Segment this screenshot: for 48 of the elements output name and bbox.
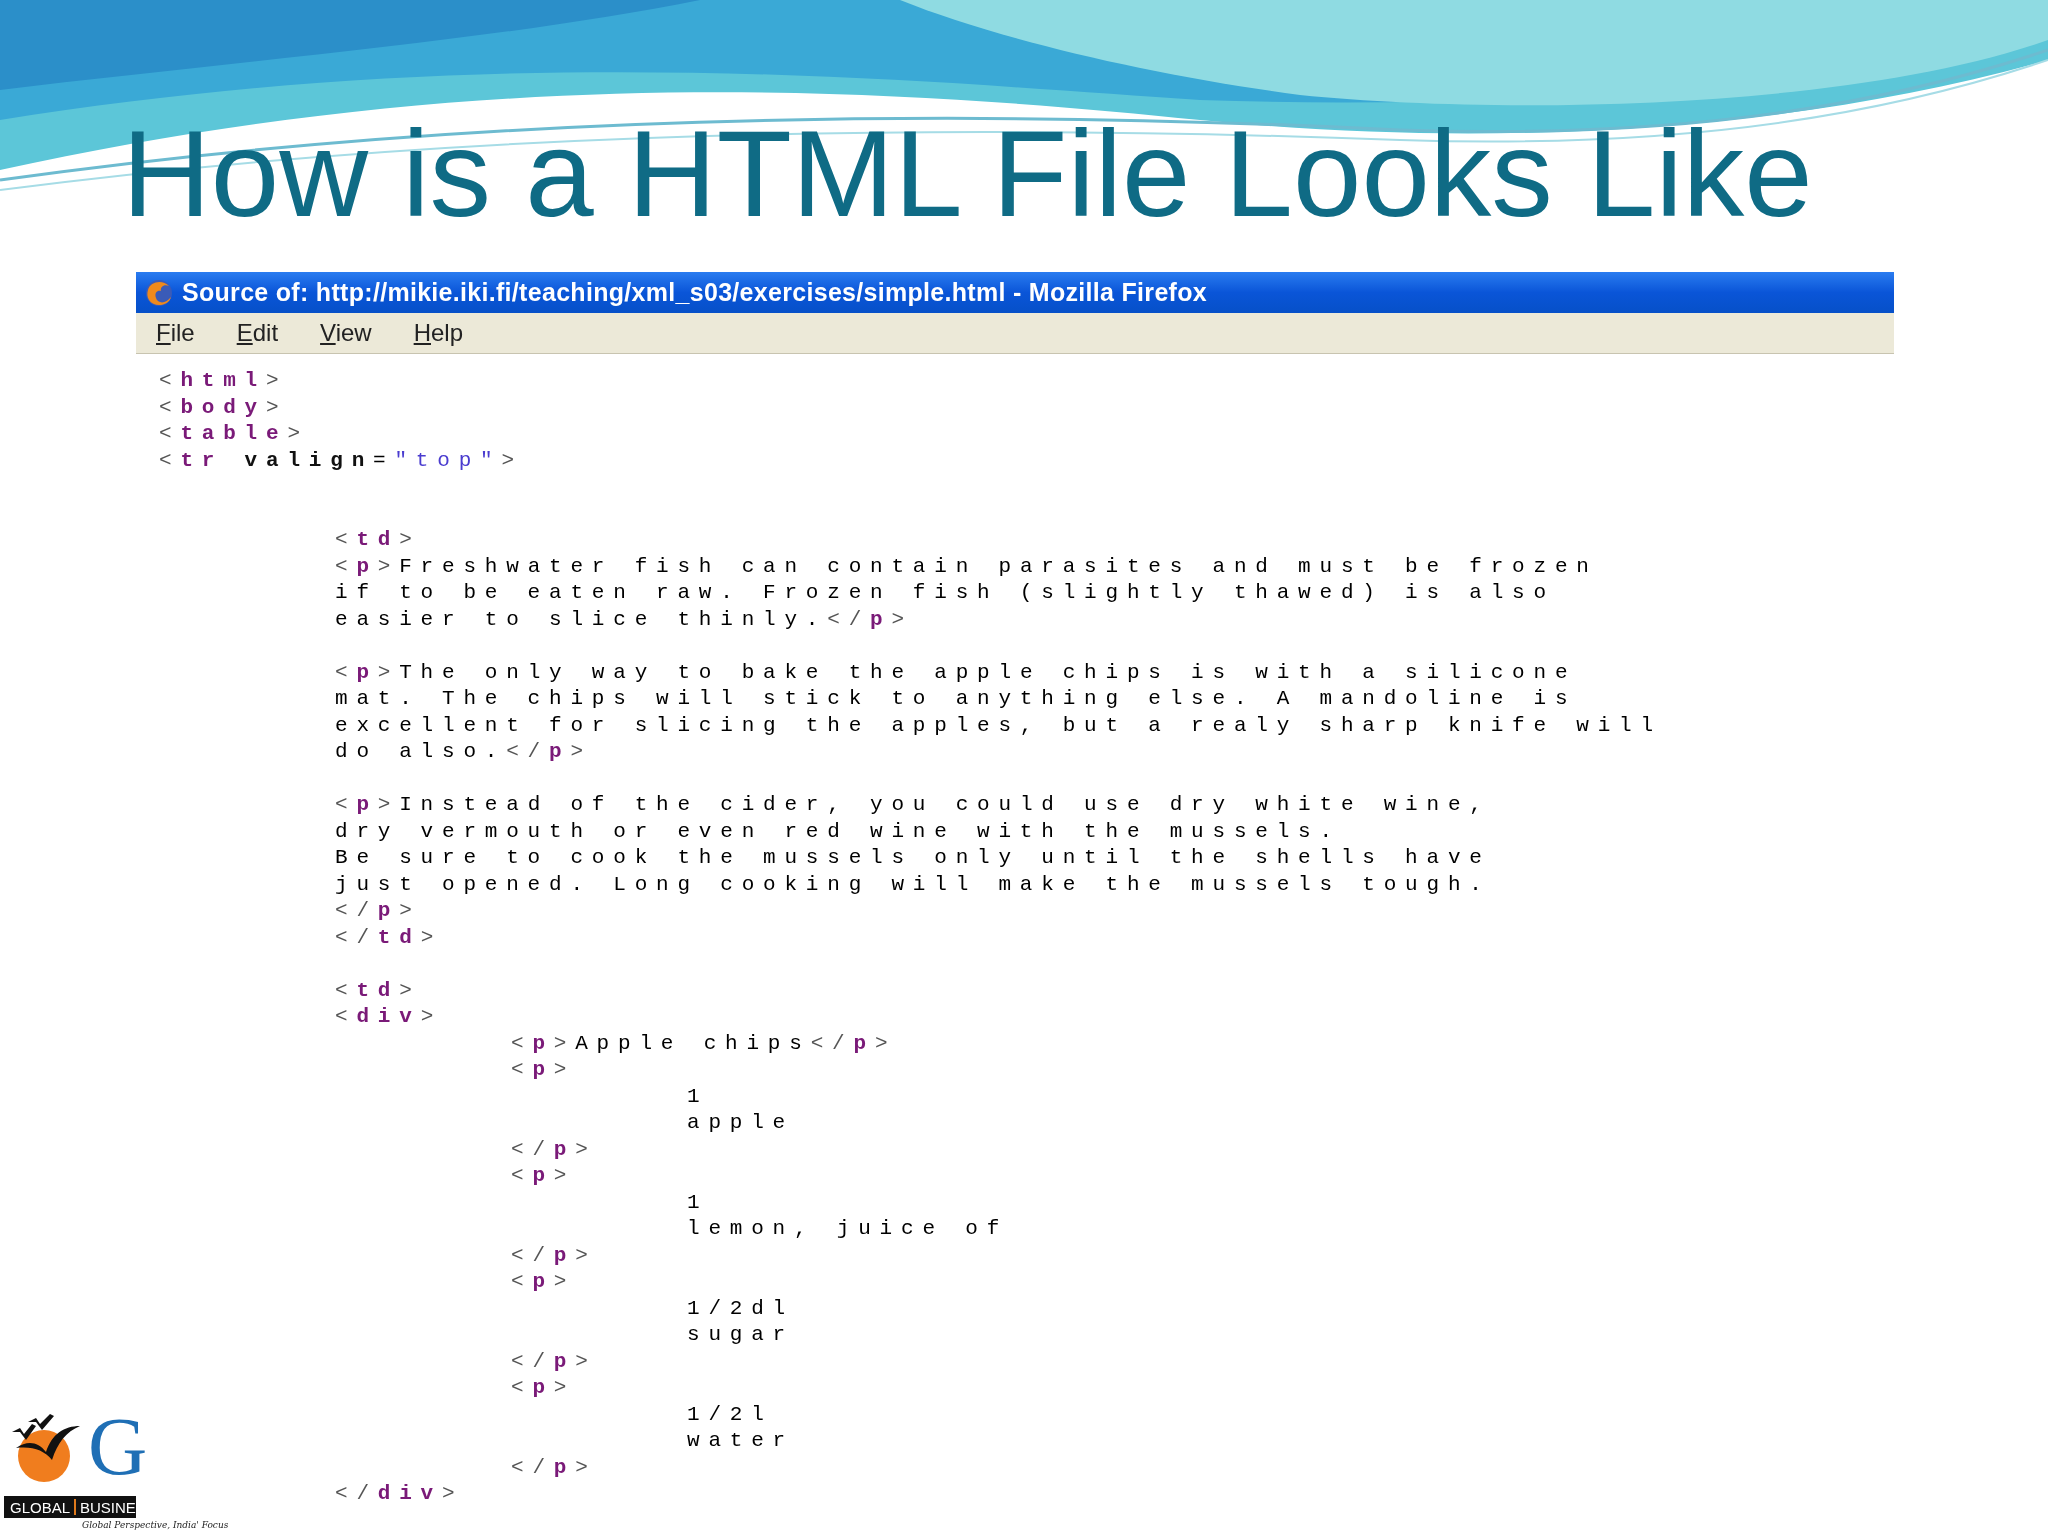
code-line: 1 — [687, 1189, 709, 1216]
menu-item[interactable]: Edit — [236, 319, 279, 347]
code-line: <p>Apple chips</p> — [511, 1030, 897, 1057]
code-line: lemon, juice of — [687, 1216, 1009, 1242]
logo-tagline: Global Perspective, India' Focus — [82, 1520, 229, 1530]
code-line: easier to slice thinly.</p> — [335, 606, 913, 633]
code-line: <html> — [159, 368, 288, 394]
code-line: <p> — [511, 1057, 576, 1083]
code-line: <p>Freshwater fish can contain parasites and must be frozen — [335, 553, 1598, 580]
code-line: </p> — [511, 1136, 597, 1163]
code-line: <table> — [159, 421, 309, 447]
code-line: </p> — [335, 898, 421, 924]
code-line: <tr valign="top"> — [159, 447, 523, 474]
code-line: <body> — [159, 394, 288, 421]
code-line: 1/2l — [687, 1401, 773, 1428]
code-line: sugar — [687, 1322, 794, 1348]
code-line: <td> — [335, 977, 421, 1004]
code-line: excellent for slicing the apples, but a realy sharp knife will — [335, 712, 1662, 739]
menu-item[interactable]: Help — [413, 319, 464, 347]
code-line: 1/2dl — [687, 1295, 794, 1322]
logo-word: BUSINE — [80, 1498, 136, 1516]
code-line: <p>Instead of the cider, you could use dry white wine, — [335, 792, 1491, 818]
window-title: Source of: http://mikie.iki.fi/teaching/xml_s03/exercises/simple.html - Mozilla Firefox — [182, 278, 1207, 307]
code-line: water — [687, 1428, 794, 1454]
menu-item[interactable]: View — [320, 319, 372, 347]
code-line: apple — [687, 1110, 794, 1136]
logo-word: GLOBAL — [10, 1498, 71, 1516]
code-line: <td> — [335, 527, 421, 553]
code-line: if to be eaten raw. Frozen fish (slightly thawed) is also — [335, 580, 1555, 606]
code-line: </p> — [511, 1242, 597, 1269]
code-line: <p> — [511, 1163, 576, 1189]
code-line: </p> — [511, 1348, 597, 1375]
code-line: do also.</p> — [335, 739, 592, 765]
code-line: Be sure to cook the mussels only until the shells have — [335, 845, 1491, 871]
code-line: </div> — [335, 1481, 464, 1507]
code-line: <div> — [335, 1004, 443, 1030]
code-line: mat. The chips will stick to anything else. A mandoline is — [335, 686, 1577, 712]
code-line: just opened. Long cooking will make the mussels tough. — [335, 871, 1491, 898]
code-line: 1 — [687, 1083, 709, 1110]
code-line: <p> — [511, 1269, 576, 1295]
code-line: </p> — [511, 1454, 597, 1481]
menu-item[interactable]: File — [156, 319, 195, 347]
logo-letter: G — [88, 1406, 148, 1488]
code-line: dry vermouth or even red wine with the mussels. — [335, 818, 1341, 845]
code-line: </td> — [335, 924, 443, 951]
code-line: <p> — [511, 1375, 576, 1401]
code-line: <p>The only way to bake the apple chips is with a silicone — [335, 659, 1577, 686]
browser-logo-icon — [144, 277, 174, 308]
